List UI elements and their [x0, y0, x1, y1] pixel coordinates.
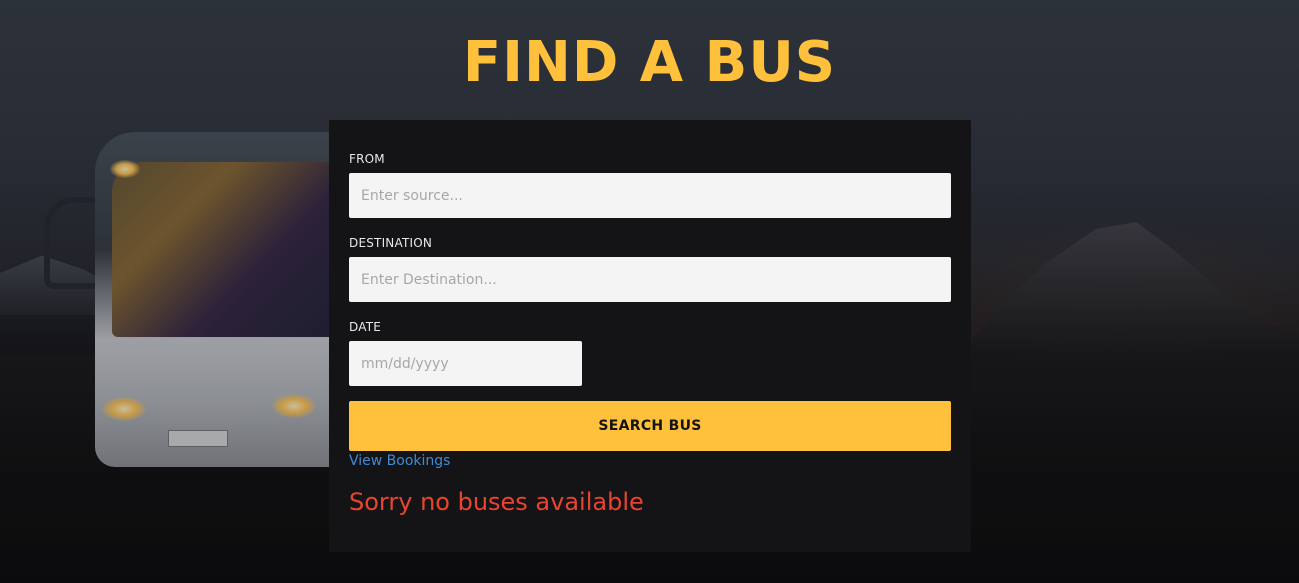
search-form-card: FROM DESTINATION DATE SEARCH BUS View Bo… — [329, 120, 971, 552]
no-buses-message: Sorry no buses available — [349, 488, 644, 516]
date-field: DATE — [349, 320, 951, 386]
date-label: DATE — [349, 320, 382, 334]
from-field: FROM — [349, 152, 951, 218]
from-input[interactable] — [349, 173, 951, 218]
search-bus-button[interactable]: SEARCH BUS — [349, 401, 951, 451]
destination-label: DESTINATION — [349, 236, 433, 250]
from-label: FROM — [349, 152, 385, 166]
page-title: FIND A BUS — [462, 30, 837, 95]
destination-input[interactable] — [349, 257, 951, 302]
destination-field: DESTINATION — [349, 236, 951, 302]
view-bookings-link[interactable]: View Bookings — [349, 453, 450, 469]
date-input[interactable] — [349, 341, 582, 386]
